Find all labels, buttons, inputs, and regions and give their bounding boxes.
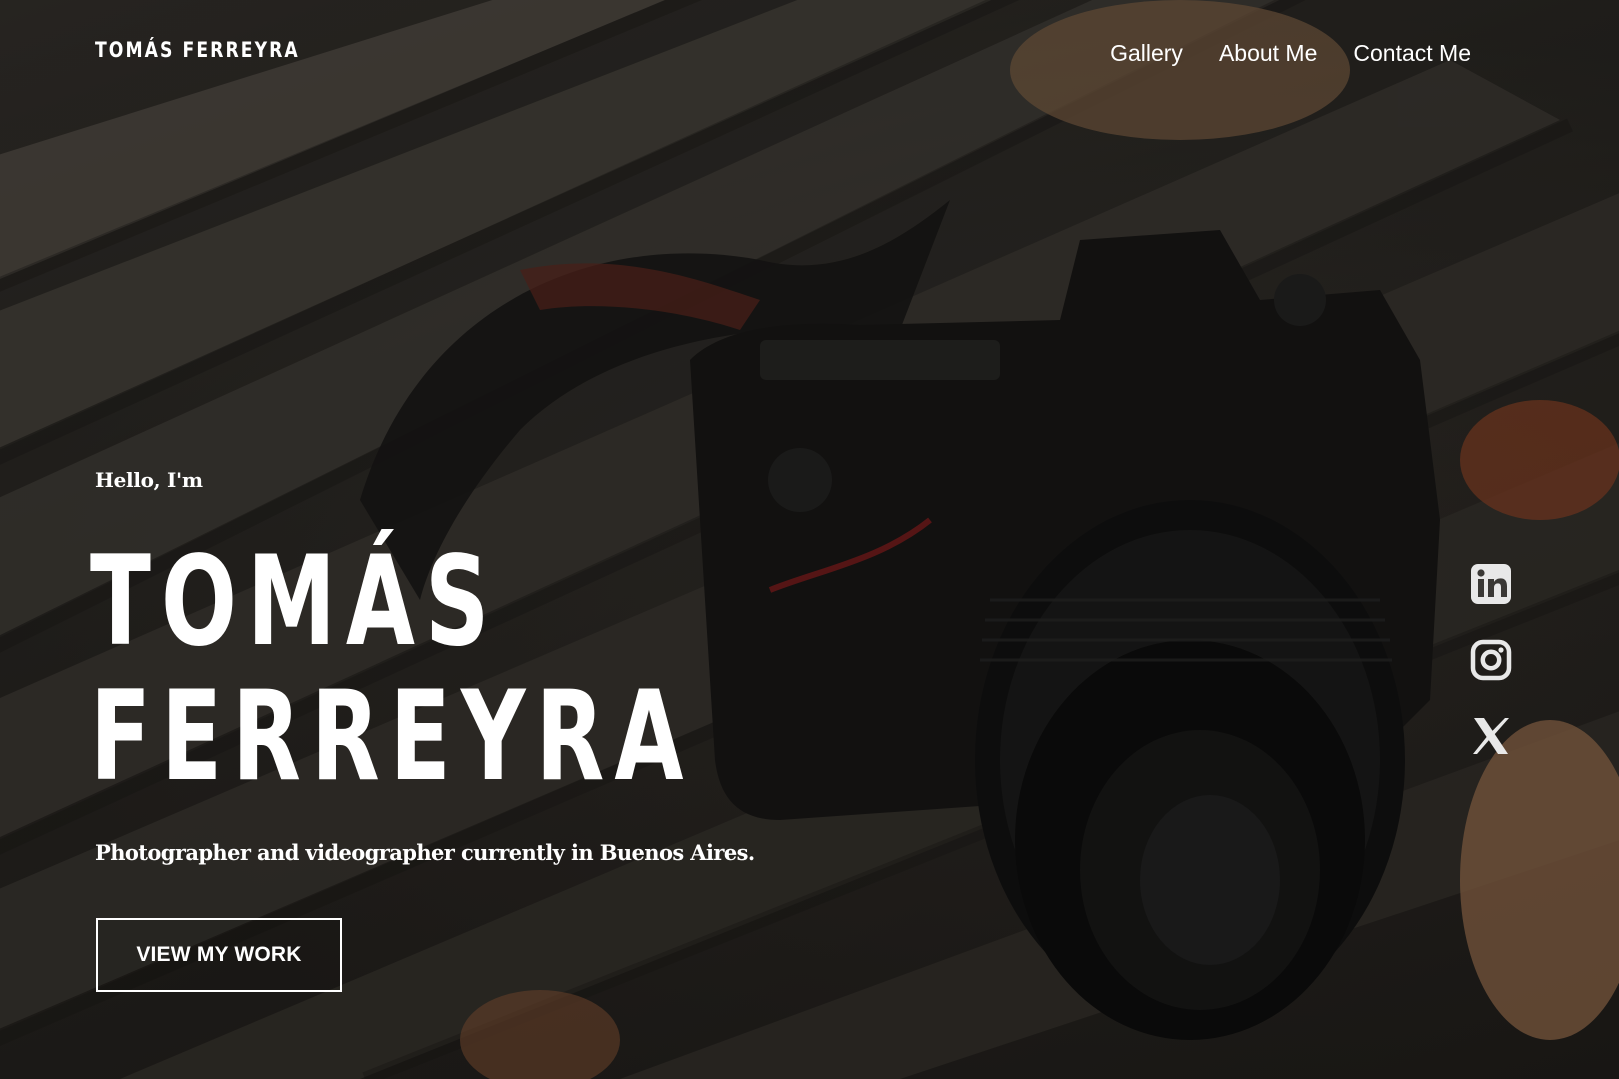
hero-name-line-1: TOMÁS bbox=[90, 530, 500, 674]
view-my-work-button[interactable]: VIEW MY WORK bbox=[96, 918, 342, 992]
social-links bbox=[1470, 563, 1512, 757]
hero-name-heading: TOMÁS FERREYRA bbox=[90, 535, 694, 805]
main-nav: Gallery About Me Contact Me bbox=[1110, 40, 1471, 67]
linkedin-icon[interactable] bbox=[1470, 563, 1512, 605]
hero-tagline: Photographer and videographer currently … bbox=[95, 840, 755, 865]
nav-about-me-link[interactable]: About Me bbox=[1219, 40, 1317, 67]
instagram-icon[interactable] bbox=[1470, 639, 1512, 681]
nav-gallery-link[interactable]: Gallery bbox=[1110, 40, 1183, 67]
hero-name-line-2: FERREYRA bbox=[90, 665, 694, 809]
x-icon[interactable] bbox=[1470, 715, 1512, 757]
hero-section: TOMÁS FERREYRA Gallery About Me Contact … bbox=[0, 0, 1619, 1079]
nav-contact-me-link[interactable]: Contact Me bbox=[1353, 40, 1471, 67]
top-navigation-bar: TOMÁS FERREYRA Gallery About Me Contact … bbox=[0, 0, 1619, 110]
greeting-text: Hello, I'm bbox=[95, 468, 203, 492]
site-brand[interactable]: TOMÁS FERREYRA bbox=[95, 38, 300, 62]
